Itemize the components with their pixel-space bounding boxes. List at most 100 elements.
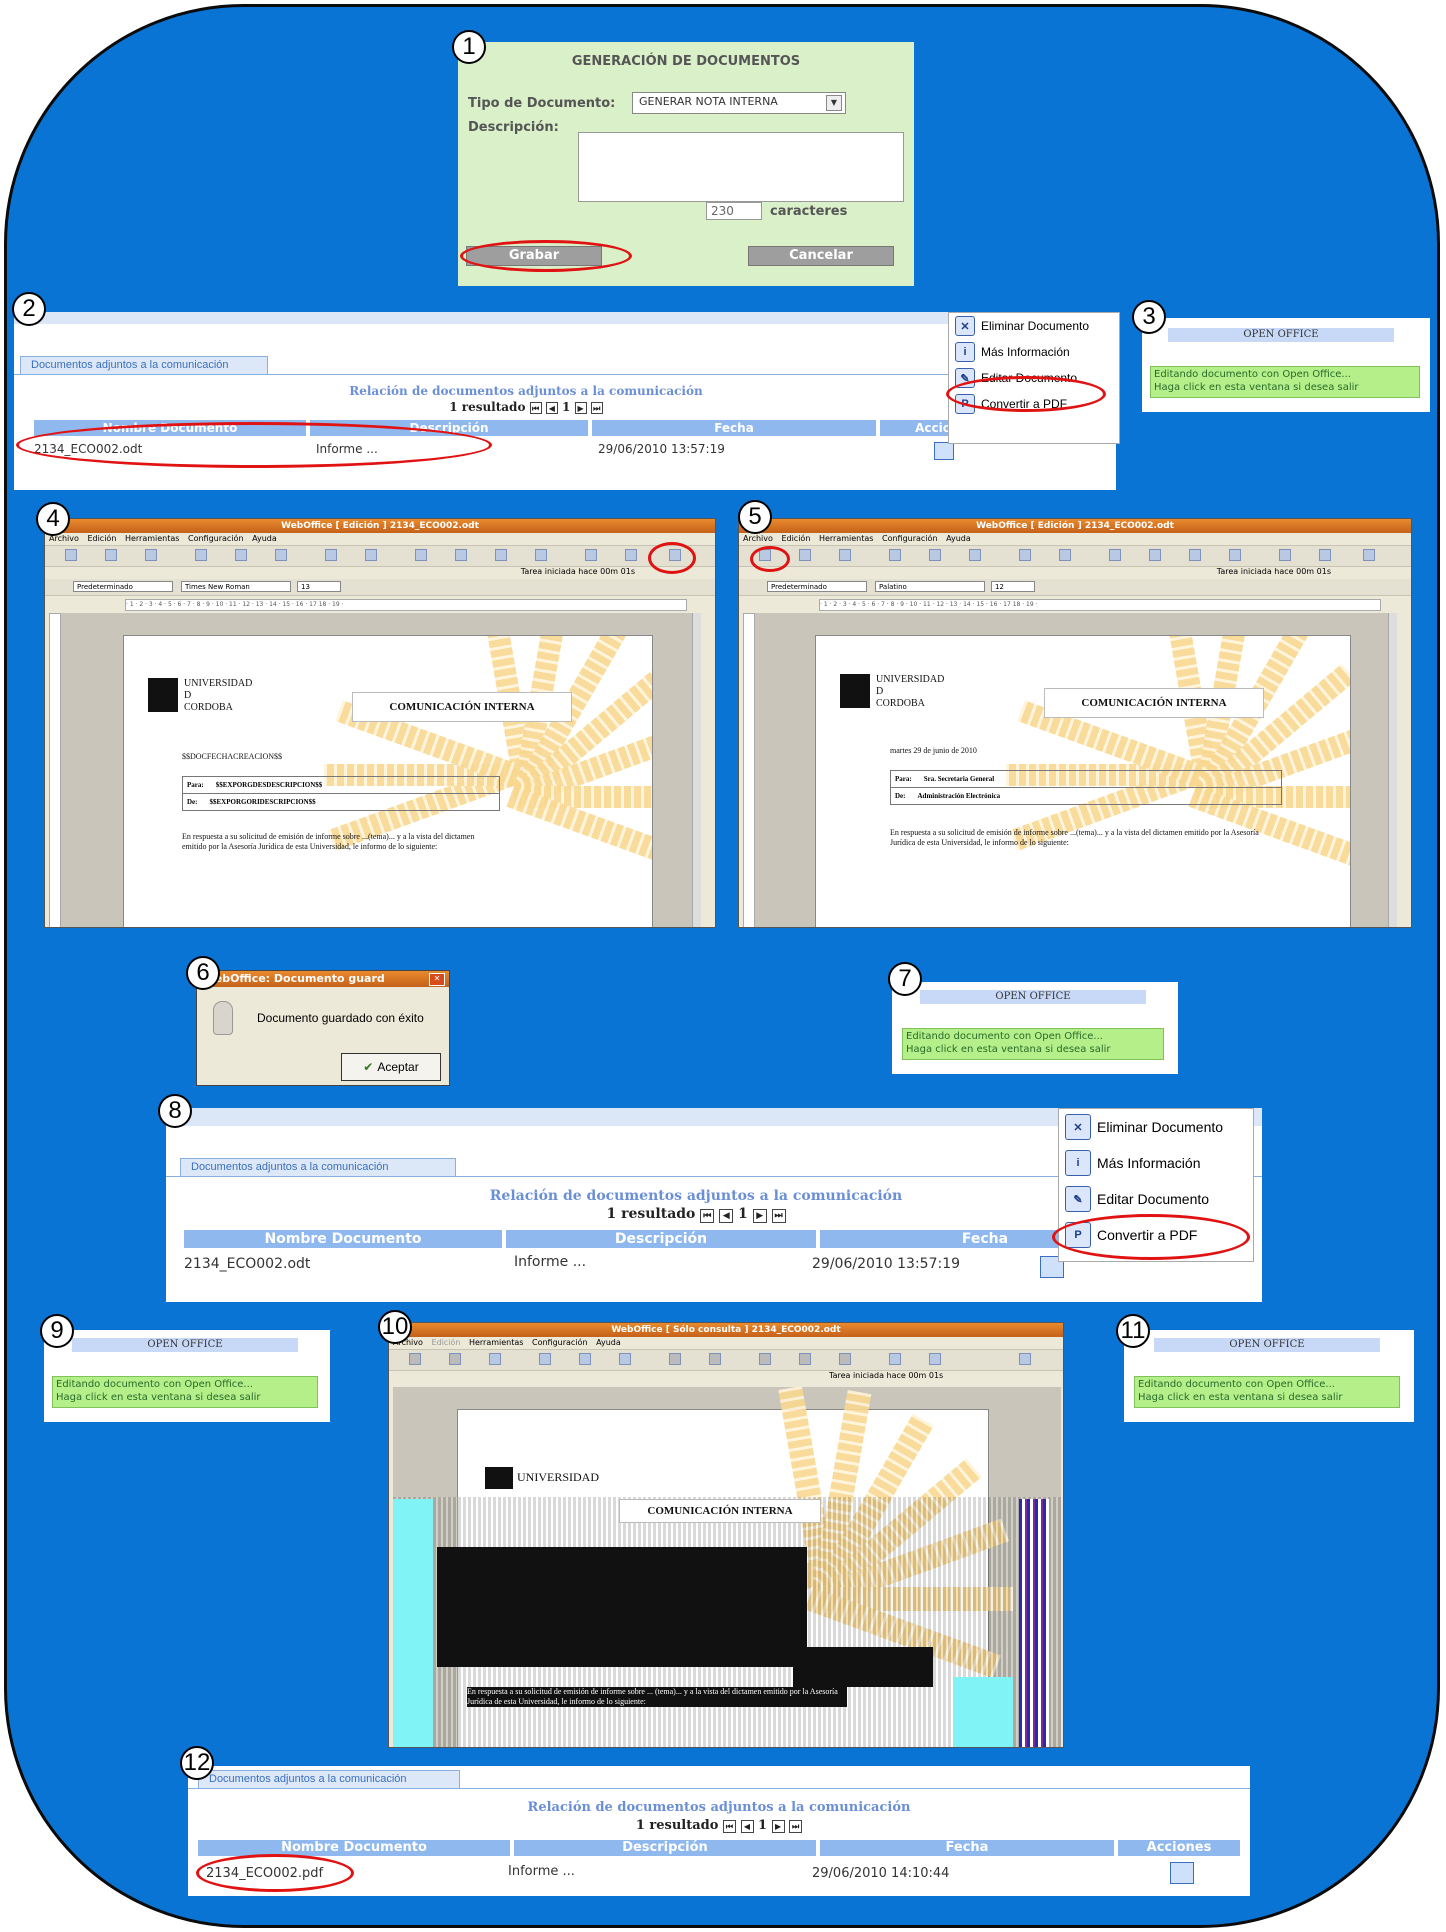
actions-icon[interactable]	[934, 442, 954, 460]
undo-icon[interactable]	[1019, 549, 1031, 561]
font-select[interactable]: Palatino	[875, 581, 985, 592]
spellcheck-icon[interactable]	[1319, 549, 1331, 561]
next-page-icon[interactable]: ▶	[771, 1820, 785, 1833]
find-icon[interactable]	[1279, 549, 1291, 561]
prev-page-icon[interactable]: ◀	[719, 1209, 734, 1223]
last-page-icon[interactable]: ⏭	[771, 1209, 786, 1223]
col-desc[interactable]: Descripción	[506, 1230, 816, 1248]
tipo-select[interactable]: GENERAR NOTA INTERNA ▼	[632, 92, 846, 114]
tab-attachments[interactable]: Documentos adjuntos a la comunicación	[20, 356, 268, 374]
last-page-icon[interactable]: ⏭	[789, 1820, 803, 1833]
saveas-icon[interactable]	[449, 1353, 461, 1365]
col-desc[interactable]: Descripción	[514, 1840, 816, 1856]
copy-icon[interactable]	[455, 549, 467, 561]
menu-herramientas[interactable]: Herramientas	[469, 1338, 524, 1347]
oo-status[interactable]: Editando documento con Open Office... Hag…	[902, 1028, 1164, 1060]
cut-icon[interactable]	[415, 549, 427, 561]
menu-archivo[interactable]: Archivo	[743, 534, 773, 543]
cut-icon[interactable]	[759, 1353, 771, 1365]
pdf-export-icon[interactable]	[145, 549, 157, 561]
size-select[interactable]: 13	[297, 581, 341, 592]
actions-icon[interactable]	[1170, 1862, 1194, 1884]
style-select[interactable]: Predeterminado	[767, 581, 867, 592]
tab-attachments[interactable]: Documentos adjuntos a la comunicación	[180, 1158, 456, 1176]
open-office-panel-7[interactable]: OPEN OFFICE Editando documento con Open …	[892, 982, 1178, 1074]
clipboard-icon[interactable]	[1229, 549, 1241, 561]
redo-icon[interactable]	[365, 549, 377, 561]
edit-mode-icon[interactable]	[619, 1353, 631, 1365]
saveas-icon[interactable]	[799, 549, 811, 561]
copy-icon[interactable]	[799, 1353, 811, 1365]
oo-status[interactable]: Editando documento con Open Office... Hag…	[1134, 1376, 1400, 1408]
prev-page-icon[interactable]: ◀	[545, 402, 558, 414]
copy-icon[interactable]	[1149, 549, 1161, 561]
paste-icon[interactable]	[495, 549, 507, 561]
col-date[interactable]: Fecha	[592, 420, 876, 436]
spellcheck-icon[interactable]	[929, 1353, 941, 1365]
col-name[interactable]: Nombre Documento	[184, 1230, 502, 1248]
col-name[interactable]: Nombre Documento	[198, 1840, 510, 1856]
clipboard-icon[interactable]	[535, 549, 547, 561]
close-icon[interactable]: ✕	[429, 973, 445, 986]
next-page-icon[interactable]: ▶	[752, 1209, 767, 1223]
oo-status[interactable]: Editando documento con Open Office... Hag…	[1150, 366, 1420, 398]
next-page-icon[interactable]: ▶	[574, 402, 587, 414]
edit-mode-icon[interactable]	[275, 549, 287, 561]
preview-icon[interactable]	[889, 549, 901, 561]
menu-delete[interactable]: ✕ Eliminar Documento	[1059, 1109, 1253, 1145]
prev-page-icon[interactable]: ◀	[740, 1820, 754, 1833]
tab-attachments[interactable]: Documentos adjuntos a la comunicación	[198, 1770, 460, 1788]
char-count-input[interactable]: 230	[706, 202, 762, 220]
open-office-panel-3[interactable]: OPEN OFFICE Editando documento con Open …	[1142, 318, 1430, 412]
menu-herramientas[interactable]: Herramientas	[125, 534, 180, 543]
save-icon[interactable]	[65, 549, 77, 561]
first-page-icon[interactable]: ⏮	[529, 402, 542, 414]
row-name[interactable]: 2134_ECO002.odt	[184, 1256, 310, 1272]
find-icon[interactable]	[889, 1353, 901, 1365]
preview-icon[interactable]	[195, 549, 207, 561]
spellcheck-icon[interactable]	[625, 549, 637, 561]
menu-delete[interactable]: ✕ Eliminar Documento	[949, 313, 1119, 339]
exit-icon[interactable]	[1363, 549, 1375, 561]
print-icon[interactable]	[579, 1353, 591, 1365]
style-select[interactable]: Predeterminado	[73, 581, 173, 592]
cut-icon[interactable]	[1109, 549, 1121, 561]
menu-configuracion[interactable]: Configuración	[532, 1338, 588, 1347]
edit-mode-icon[interactable]	[969, 549, 981, 561]
last-page-icon[interactable]: ⏭	[590, 402, 603, 414]
menu-configuracion[interactable]: Configuración	[188, 534, 244, 543]
open-office-panel-9[interactable]: OPEN OFFICE Editando documento con Open …	[44, 1330, 330, 1422]
undo-icon[interactable]	[325, 549, 337, 561]
print-icon[interactable]	[235, 549, 247, 561]
find-icon[interactable]	[585, 549, 597, 561]
pdf-export-icon[interactable]	[489, 1353, 501, 1365]
print-icon[interactable]	[929, 549, 941, 561]
scrollbar[interactable]	[1388, 613, 1397, 927]
menu-herramientas[interactable]: Herramientas	[819, 534, 874, 543]
menu-info[interactable]: i Más Información	[1059, 1145, 1253, 1181]
preview-icon[interactable]	[539, 1353, 551, 1365]
cancel-button[interactable]: Cancelar	[748, 246, 894, 266]
oo-status[interactable]: Editando documento con Open Office... Hag…	[52, 1376, 318, 1408]
menu-edit[interactable]: ✎ Editar Documento	[1059, 1181, 1253, 1217]
menu-configuracion[interactable]: Configuración	[882, 534, 938, 543]
exit-icon[interactable]	[1019, 1353, 1031, 1365]
first-page-icon[interactable]: ⏮	[700, 1209, 715, 1223]
menu-ayuda[interactable]: Ayuda	[596, 1338, 621, 1347]
saveas-icon[interactable]	[105, 549, 117, 561]
pdf-export-icon[interactable]	[839, 549, 851, 561]
font-select[interactable]: Times New Roman	[181, 581, 291, 592]
paste-icon[interactable]	[1189, 549, 1201, 561]
undo-icon[interactable]	[669, 1353, 681, 1365]
menu-info[interactable]: i Más Información	[949, 339, 1119, 365]
col-date[interactable]: Fecha	[820, 1840, 1114, 1856]
first-page-icon[interactable]: ⏮	[722, 1820, 736, 1833]
size-select[interactable]: 12	[991, 581, 1035, 592]
description-textarea[interactable]	[578, 132, 904, 202]
save-icon[interactable]	[409, 1353, 421, 1365]
menu-edicion[interactable]: Edición	[87, 534, 116, 543]
redo-icon[interactable]	[1059, 549, 1071, 561]
scrollbar[interactable]	[692, 613, 701, 927]
menu-ayuda[interactable]: Ayuda	[252, 534, 277, 543]
accept-button[interactable]: ✔ Aceptar	[341, 1053, 441, 1081]
